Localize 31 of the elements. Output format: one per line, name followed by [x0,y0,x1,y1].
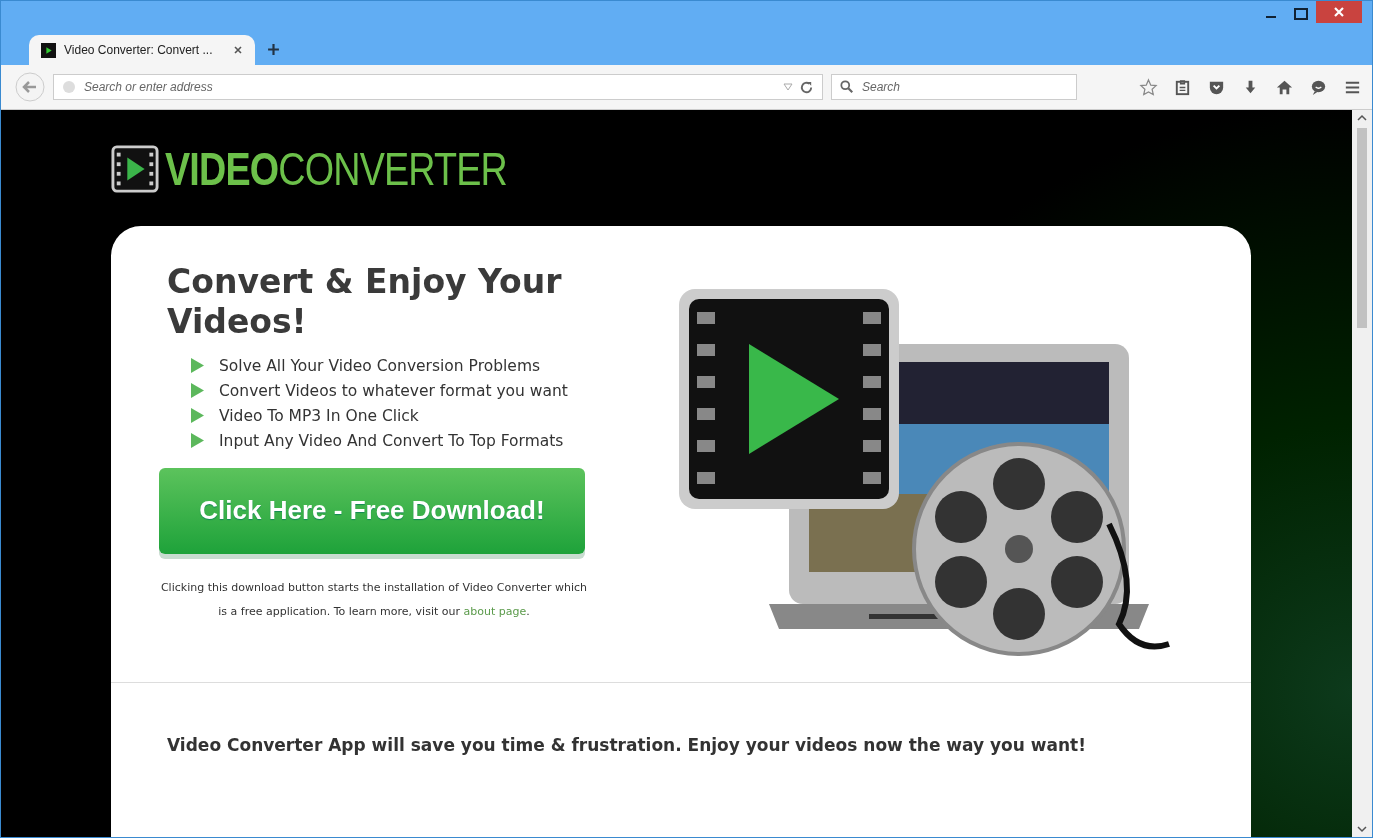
feature-text: Convert Videos to whatever format you want [219,381,568,400]
close-icon[interactable] [233,45,243,55]
triangle-bullet-icon [191,358,204,373]
browser-tab[interactable]: Video Converter: Convert ... [29,35,255,65]
new-tab-icon[interactable] [267,43,280,56]
feature-text: Video To MP3 In One Click [219,406,419,425]
reload-icon[interactable] [799,79,814,95]
scroll-thumb[interactable] [1357,128,1367,328]
address-input[interactable]: Search or enter address [82,75,777,99]
film-icon [41,42,56,58]
triangle-bullet-icon [191,433,204,448]
close-icon[interactable] [1316,1,1362,23]
scrollbar[interactable] [1352,110,1372,837]
triangle-bullet-icon [191,408,204,423]
disclaimer-text: Clicking this download button starts the installation of Video Converter which is a free application. To learn more, visit our about page. [159,579,589,620]
tab-title: Video Converter: Convert ... [64,43,214,57]
film-play-icon [111,145,159,193]
headline: Convert & Enjoy Your Videos! [167,262,563,343]
search-input[interactable]: Search [860,75,1068,99]
clipboard-icon[interactable] [1173,77,1192,97]
feature-text: Solve All Your Video Conversion Problems [219,356,541,375]
scroll-up-icon[interactable] [1357,114,1367,122]
address-bar[interactable]: Search or enter address [53,74,823,100]
search-bar[interactable]: Search [831,74,1077,100]
triangle-bullet-icon [191,383,204,398]
tagline: Video Converter App will save you time & frustration. Enjoy your videos now the way you want! [167,735,1087,755]
scroll-down-icon[interactable] [1357,825,1367,833]
feature-text: Input Any Video And Convert To Top Formats [219,431,564,450]
logo-text: VIDEOCONVERTER [165,142,508,196]
search-icon [840,80,854,94]
star-icon[interactable] [1139,77,1158,97]
